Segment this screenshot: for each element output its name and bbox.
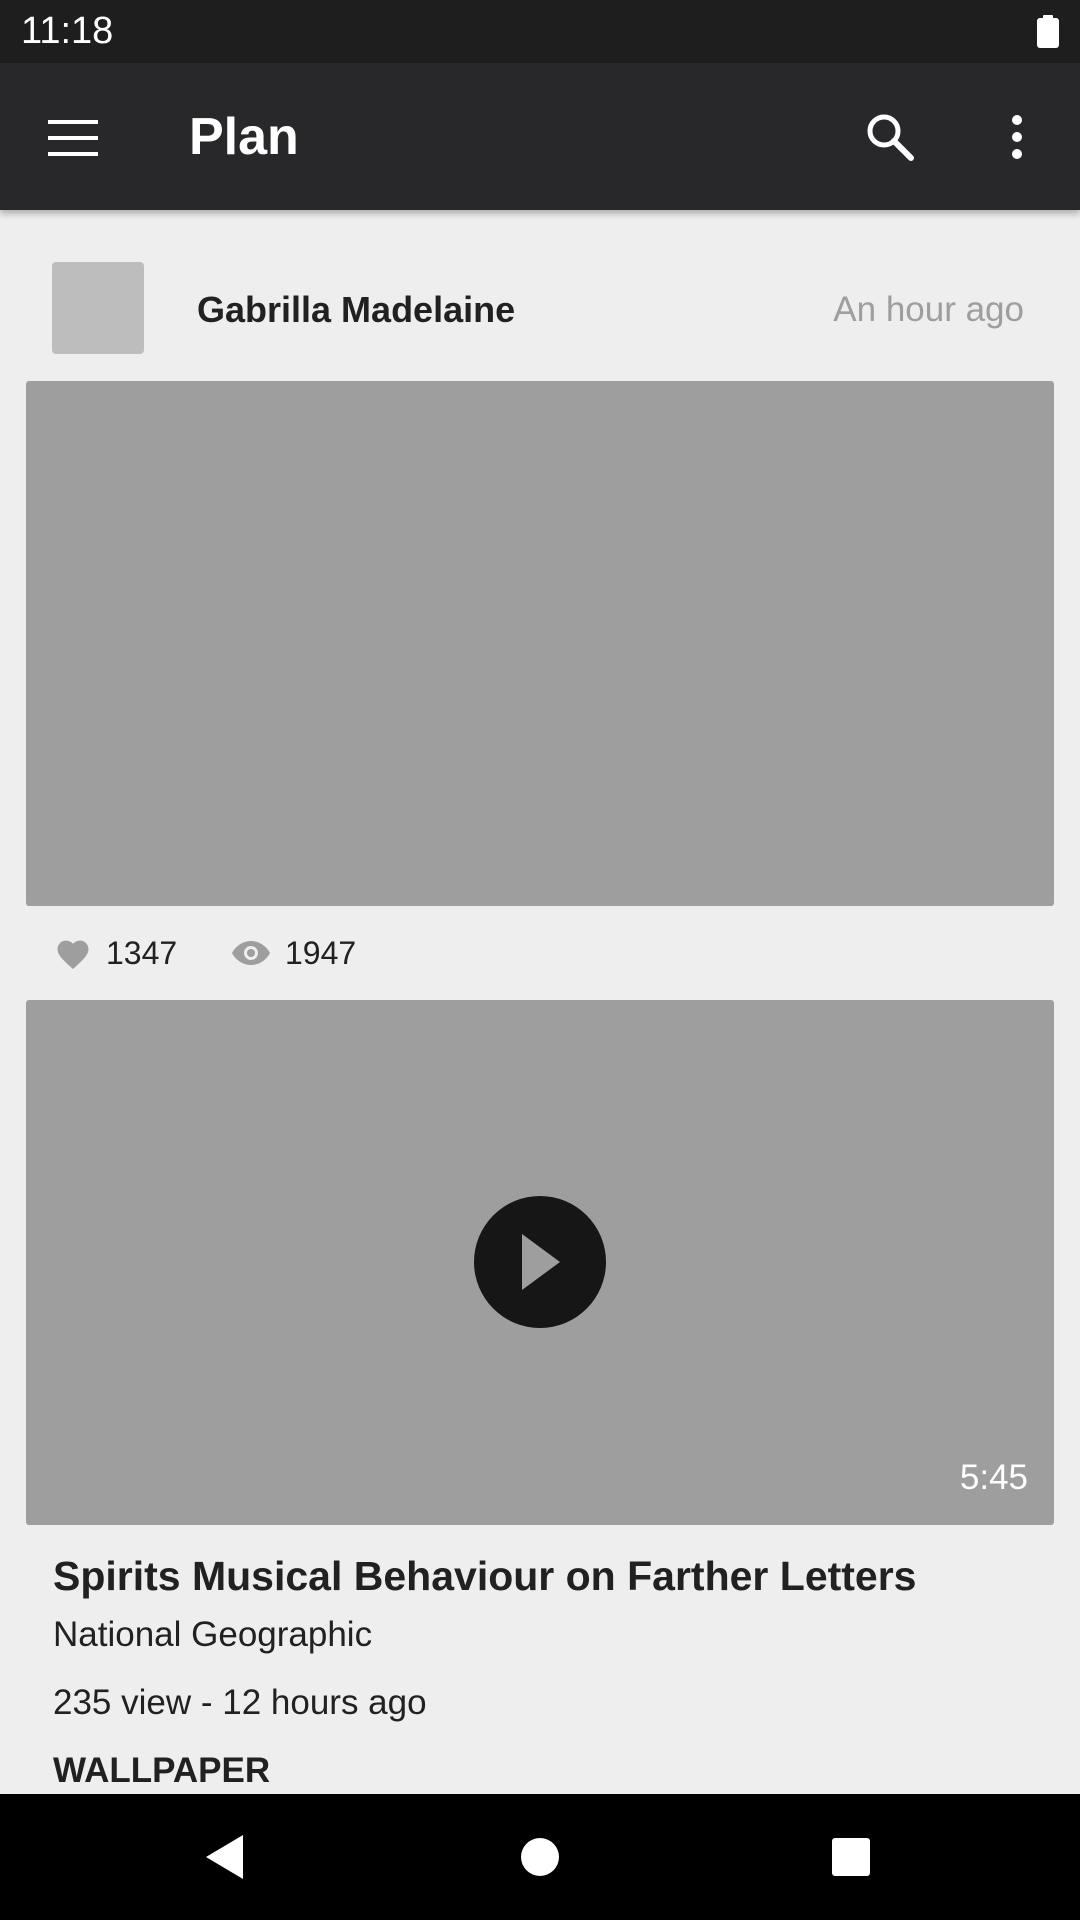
avatar[interactable] <box>52 262 144 354</box>
video-thumbnail[interactable]: 5:45 <box>26 1000 1054 1525</box>
back-triangle-icon <box>206 1835 243 1879</box>
menu-button[interactable] <box>33 103 113 173</box>
video-channel[interactable]: National Geographic <box>53 1612 372 1658</box>
play-button[interactable] <box>474 1196 606 1328</box>
post-header: Gabrilla Madelaine An hour ago <box>0 210 1080 380</box>
status-bar: 11:18 <box>0 0 1080 63</box>
post-image[interactable] <box>26 381 1054 906</box>
home-button[interactable] <box>485 1814 595 1900</box>
video-duration: 5:45 <box>959 1458 1028 1497</box>
view-count-value: 1947 <box>285 934 357 971</box>
home-circle-icon <box>521 1838 559 1876</box>
heart-icon <box>57 940 89 969</box>
status-time: 11:18 <box>21 10 114 52</box>
post-stats: 1347 1947 <box>0 925 1080 981</box>
app-bar: Plan <box>0 63 1080 210</box>
video-tag[interactable]: WALLPAPER <box>53 1748 270 1794</box>
video-title[interactable]: Spirits Musical Behaviour on Farther Let… <box>53 1550 916 1602</box>
search-button[interactable] <box>848 101 932 173</box>
recents-square-icon <box>832 1838 870 1876</box>
video-meta: 235 view - 12 hours ago <box>53 1683 427 1722</box>
back-button[interactable] <box>170 1814 280 1900</box>
post-author[interactable]: Gabrilla Madelaine <box>197 288 515 332</box>
hamburger-menu-icon <box>48 120 98 156</box>
post-time: An hour ago <box>833 290 1024 329</box>
more-options-button[interactable] <box>980 101 1054 173</box>
eye-icon <box>232 941 270 965</box>
view-count: 1947 <box>231 925 356 981</box>
like-count-value: 1347 <box>106 934 178 971</box>
recents-button[interactable] <box>796 1814 906 1900</box>
like-count[interactable]: 1347 <box>54 925 177 981</box>
play-icon <box>522 1234 560 1290</box>
page-title: Plan <box>189 108 299 166</box>
search-icon <box>867 114 914 161</box>
battery-full-icon <box>1037 15 1059 48</box>
system-nav-bar <box>0 1794 1080 1920</box>
more-vert-icon <box>1012 115 1022 159</box>
